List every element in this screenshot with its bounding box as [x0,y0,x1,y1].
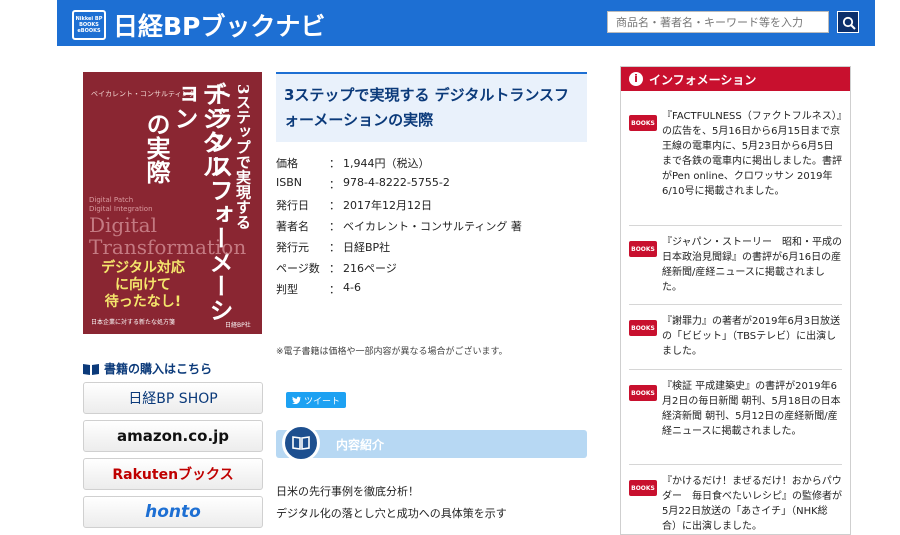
detail-separator: ： [329,220,340,233]
detail-value: 2017年12月12日 [343,199,432,212]
logo-badge-icon: Nikkei BP BOOKS eBOOKS [72,10,106,40]
cover-catch-line: 待ったなし! [104,294,182,310]
news-divider [629,304,842,305]
search-input[interactable] [607,11,829,33]
detail-row: 価格 ： 1,944円（税込） [276,155,587,176]
detail-value: 1,944円（税込） [343,157,430,170]
news-text[interactable]: 『謝罪力』の著者が2019年6月3日放送の「ビビット」（TBSテレビ）に出演しま… [662,314,842,359]
purchase-heading: 書籍の購入はこちら [83,360,212,377]
cover-catchphrase: デジタル対応 に向けて 待ったなし! [93,260,193,311]
detail-row: 発行日 ： 2017年12月12日 [276,197,587,218]
info-icon: i [629,72,643,86]
amazon-button[interactable]: amazon.co.jp [83,420,263,452]
store-label: Rakutenブックス [112,467,234,483]
books-badge-icon: BOOKS [629,480,657,496]
detail-separator: ： [329,199,340,212]
cover-publisher: 日経BP社 [225,322,251,329]
news-text[interactable]: 『かけるだけ！まぜるだけ！おからパウダー 毎日食べたいレシピ』の監修者が5月22… [662,474,842,534]
news-divider [629,369,842,370]
news-text[interactable]: 『ジャパン・ストーリー 昭和・平成の日本政治見聞録』の書評が6月16日の産経新聞… [662,235,842,295]
cover-english-title: Digital Transformation [89,213,247,259]
detail-row: ページ数 ： 216ページ [276,260,587,281]
open-book-icon [83,363,99,375]
book-details-table: 価格： 1,944円（税込） ISBN： 978-4-8222-5755-2 発行日… [276,155,587,302]
books-badge-icon: BOOKS [629,241,657,257]
detail-separator: ： [329,157,340,170]
store-label: amazon.co.jp [116,427,230,445]
tweet-label: ツイート [303,396,340,407]
cover-catch-line: デジタル対応 [101,260,185,276]
books-badge-icon: BOOKS [629,385,657,401]
books-badge-icon: BOOKS [629,320,657,336]
detail-row: ISBN ： 978-4-8222-5755-2 [276,176,587,197]
nikkei-bp-shop-button[interactable]: 日経BP SHOP [83,382,263,414]
search-button[interactable] [837,11,859,33]
news-text[interactable]: 『検証 平成建築史』の書評が2019年6月2日の毎日新聞 朝刊、5月18日の日本… [662,379,842,439]
detail-separator: ： [329,241,340,254]
cover-subtitle: 日本企業に対する新たな処方箋 [91,319,176,326]
detail-key: 発行日 [276,199,309,212]
detail-key: ページ数 [276,262,320,275]
detail-separator: ： [329,262,340,275]
detail-key: 著者名 [276,220,309,233]
detail-key: 発行元 [276,241,309,254]
detail-key: ISBN [276,176,303,189]
site-logo[interactable]: Nikkei BP BOOKS eBOOKS 日経BPブックナビ [72,7,325,43]
site-header: Nikkei BP BOOKS eBOOKS 日経BPブックナビ [57,0,875,46]
cover-title-line: の実際 [142,112,171,184]
detail-key: 価格 [276,157,298,170]
description-line: デジタル化の落とし穴と成功への具体策を示す [276,507,507,520]
cover-english-line: Digital Patch [89,196,134,204]
logo-badge-line: eBOOKS [77,28,101,34]
information-header: i インフォメーション [621,67,850,91]
book-title: 3ステップで実現する デジタルトランスフォーメーションの実際 [284,86,570,129]
rakuten-books-button[interactable]: Rakutenブックス [83,458,263,490]
detail-value: 日経BP社 [343,241,391,254]
twitter-bird-icon [291,396,301,404]
detail-key: 判型 [276,283,298,296]
information-title: インフォメーション [649,73,757,87]
honto-button[interactable]: honto [83,496,263,528]
detail-value: 4-6 [343,281,361,294]
detail-value: 978-4-8222-5755-2 [343,176,450,189]
store-label: honto [145,502,201,522]
cover-english-small: Digital Patch Digital Integration [89,196,153,214]
book-title-box: 3ステップで実現する デジタルトランスフォーメーションの実際 [276,72,587,142]
detail-row: 著者名 ：ベイカレント・コンサルティング 著 [276,218,587,239]
content-book-icon [282,424,320,462]
detail-value: ベイカレント・コンサルティング 著 [343,220,522,233]
content-heading-bar [276,430,587,458]
search-icon [842,16,856,30]
detail-row: 発行元 ：日経BP社 [276,239,587,260]
books-badge-icon: BOOKS [629,115,657,131]
news-divider [629,464,842,465]
description-line: 日米の先行事例を徹底分析！ [276,485,419,498]
detail-separator: ： [329,178,340,191]
information-panel: i インフォメーション BOOKS 『FACTFULNESS（ファクトフルネス）… [620,66,851,535]
cover-catch-line: に向けて [115,277,171,293]
purchase-heading-text: 書籍の購入はこちら [104,362,213,376]
news-text[interactable]: 『FACTFULNESS（ファクトフルネス）』の広告を、5月16日から6月15日… [662,109,842,199]
book-cover-image: ベイカレント・コンサルティング 3ステップで実現する デジタル トランスフォーメ… [83,72,262,334]
content-heading-label: 内容紹介 [336,438,385,452]
logo-text: 日経BPブックナビ [113,12,326,41]
detail-value: 216ページ [343,262,397,275]
store-label: 日経BP SHOP [128,391,218,407]
tweet-button[interactable]: ツイート [286,392,346,408]
detail-row: 判型 ： 4-6 [276,281,587,302]
detail-separator: ： [329,283,340,296]
news-divider [629,225,842,226]
ebook-note: ※電子書籍は価格や一部内容が異なる場合がございます。 [276,347,508,357]
